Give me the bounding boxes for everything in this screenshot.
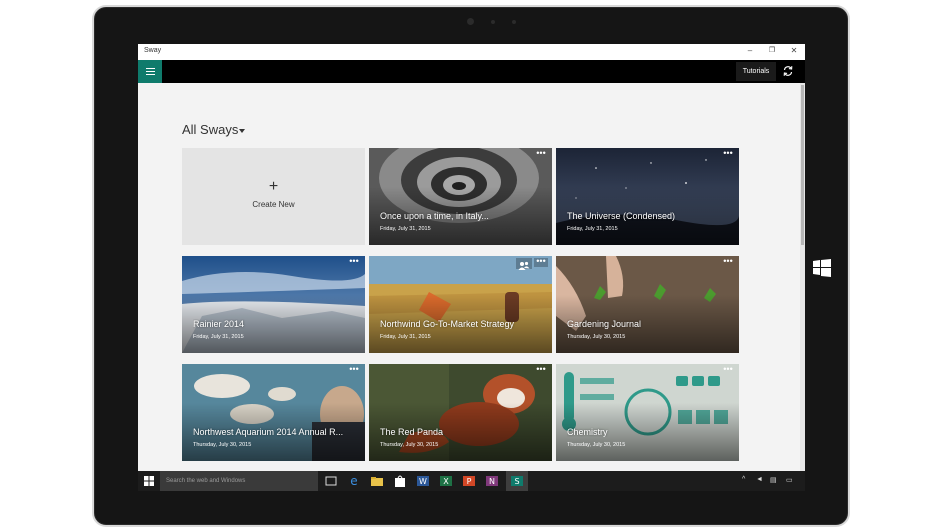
keyboard-icon[interactable]: ▭ <box>786 476 793 484</box>
more-icon[interactable]: ••• <box>534 149 548 159</box>
card-title: The Universe (Condensed) <box>567 211 676 221</box>
more-icon[interactable]: ••• <box>721 257 735 267</box>
chevron-down-icon[interactable] <box>239 129 245 133</box>
svg-text:e: e <box>350 474 357 488</box>
sway-card[interactable]: ••• Gardening Journal Thursday, July 30,… <box>556 256 739 353</box>
card-date: Friday, July 31, 2015 <box>567 226 618 232</box>
plus-icon: + <box>268 178 279 195</box>
page-title[interactable]: All Sways <box>182 122 238 137</box>
store-icon[interactable] <box>393 474 407 488</box>
task-view-icon[interactable] <box>324 474 338 488</box>
card-date: Friday, July 31, 2015 <box>380 334 431 340</box>
card-title: Northwest Aquarium 2014 Annual R... <box>193 427 344 437</box>
file-explorer-icon[interactable] <box>370 474 384 488</box>
create-new-label: Create New <box>252 200 295 209</box>
minimize-button[interactable]: – <box>744 46 756 55</box>
card-title: Once upon a time, in Italy... <box>380 211 489 221</box>
restore-button[interactable]: ❐ <box>766 46 778 54</box>
more-icon[interactable]: ••• <box>721 149 735 159</box>
svg-text:W: W <box>419 477 427 486</box>
svg-text:X: X <box>443 477 449 486</box>
more-icon[interactable]: ••• <box>534 257 548 267</box>
sway-card[interactable]: ••• Once upon a time, in Italy... Friday… <box>369 148 552 245</box>
title-bar: Sway – ❐ ✕ <box>138 44 805 60</box>
hamburger-icon[interactable] <box>138 60 162 83</box>
card-title: The Red Panda <box>380 427 444 437</box>
svg-text:P: P <box>467 477 472 486</box>
create-new-tile[interactable]: + Create New <box>182 148 365 245</box>
network-icon[interactable]: ▤ <box>770 476 777 484</box>
more-icon[interactable]: ••• <box>347 257 361 267</box>
card-date: Thursday, July 30, 2015 <box>193 442 252 448</box>
scrollbar-thumb[interactable] <box>801 85 804 245</box>
sway-icon[interactable]: S <box>510 474 524 488</box>
sway-card[interactable]: ••• Rainier 2014 Friday, July 31, 2015 <box>182 256 365 353</box>
close-button[interactable]: ✕ <box>788 46 800 55</box>
speaker-icon[interactable]: ◄ <box>756 476 763 483</box>
sway-card[interactable]: ••• Chemistry Thursday, July 30, 2015 <box>556 364 739 461</box>
sensor <box>512 20 516 24</box>
sway-card[interactable]: ••• The Universe (Condensed) Friday, Jul… <box>556 148 739 245</box>
excel-icon[interactable]: X <box>439 474 453 488</box>
sensor <box>491 20 495 24</box>
window-title: Sway <box>144 47 162 54</box>
windows-hardware-button-icon[interactable] <box>812 258 832 278</box>
powerpoint-icon[interactable]: P <box>462 474 476 488</box>
front-camera <box>467 18 474 25</box>
windows-taskbar: Search the web and Windows e W X P N S ^… <box>138 471 805 491</box>
card-date: Friday, July 31, 2015 <box>380 226 431 232</box>
taskbar-search-input[interactable]: Search the web and Windows <box>160 471 318 491</box>
app-bar: Tutorials <box>138 60 805 83</box>
card-title: Northwind Go-To-Market Strategy <box>380 319 515 329</box>
people-icon[interactable] <box>516 258 532 270</box>
more-icon[interactable]: ••• <box>534 365 548 375</box>
sway-card[interactable]: ••• Northwind Go-To-Market Strategy Frid… <box>369 256 552 353</box>
sway-card[interactable]: ••• Northwest Aquarium 2014 Annual R... … <box>182 364 365 461</box>
card-date: Friday, July 31, 2015 <box>193 334 244 340</box>
card-date: Thursday, July 30, 2015 <box>380 442 439 448</box>
card-date: Thursday, July 30, 2015 <box>567 442 626 448</box>
card-title: Gardening Journal <box>567 319 642 329</box>
word-icon[interactable]: W <box>416 474 430 488</box>
card-title: Chemistry <box>567 427 608 437</box>
edge-icon[interactable]: e <box>347 474 361 488</box>
vertical-scrollbar[interactable] <box>800 83 805 475</box>
chevron-up-icon[interactable]: ^ <box>742 476 745 483</box>
windows-logo-icon[interactable] <box>144 476 154 486</box>
card-date: Thursday, July 30, 2015 <box>567 334 626 340</box>
svg-text:S: S <box>514 477 519 486</box>
app-window: Sway – ❐ ✕ Tutorials All Sways + Create … <box>138 44 805 491</box>
sway-card[interactable]: ••• The Red Panda Thursday, July 30, 201… <box>369 364 552 461</box>
onenote-icon[interactable]: N <box>485 474 499 488</box>
sync-icon[interactable] <box>782 65 794 77</box>
tutorials-button[interactable]: Tutorials <box>736 62 776 81</box>
svg-text:N: N <box>489 477 495 486</box>
sways-gallery: All Sways + Create New ••• Once upon a t… <box>138 83 800 475</box>
more-icon[interactable]: ••• <box>721 365 735 375</box>
card-title: Rainier 2014 <box>193 319 245 329</box>
more-icon[interactable]: ••• <box>347 365 361 375</box>
